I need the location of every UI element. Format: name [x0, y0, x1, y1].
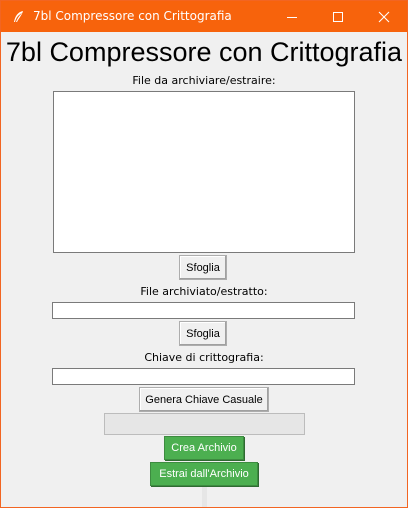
maximize-button[interactable]	[315, 1, 361, 32]
encryption-key-label: Chiave di crittografia:	[144, 351, 264, 364]
source-files-textarea[interactable]	[53, 91, 355, 253]
feather-icon	[11, 9, 25, 23]
create-archive-button[interactable]: Crea Archivio	[164, 436, 244, 460]
encryption-key-input[interactable]	[52, 368, 355, 385]
progress-bar	[104, 413, 305, 435]
browse-source-button[interactable]: Sfoglia	[179, 255, 227, 280]
extract-archive-button[interactable]: Estrai dall'Archivio	[150, 462, 258, 486]
app-window: 7bl Compressore con Crittografia 7bl Com…	[0, 0, 408, 508]
title-bar[interactable]: 7bl Compressore con Crittografia	[1, 1, 407, 32]
minimize-button[interactable]	[269, 1, 315, 32]
close-icon	[378, 11, 390, 23]
minimize-icon	[287, 17, 297, 18]
app-heading: 7bl Compressore con Crittografia	[5, 37, 403, 67]
browse-destination-button[interactable]: Sfoglia	[179, 321, 227, 346]
destination-file-input[interactable]	[52, 302, 355, 319]
maximize-icon	[333, 12, 343, 22]
bottom-scroll-stub	[202, 487, 207, 507]
destination-file-label: File archiviato/estratto:	[140, 285, 268, 298]
window-title: 7bl Compressore con Crittografia	[33, 9, 232, 23]
source-file-label: File da archiviare/estraire:	[132, 74, 276, 87]
close-button[interactable]	[361, 1, 407, 32]
generate-random-key-button[interactable]: Genera Chiave Casuale	[139, 387, 269, 412]
